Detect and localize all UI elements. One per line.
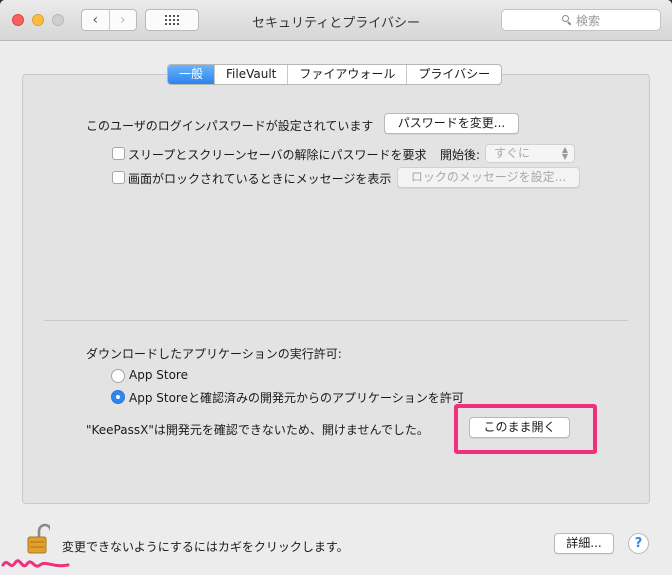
preferences-window: ‹ › セキュリティとプライバシー 検索 一般 FileVault ファイアウォ… (0, 0, 672, 575)
show-lock-message-checkbox[interactable] (112, 171, 125, 184)
blocked-app-message: "KeePassX"は開発元を確認できないため、開けませんでした。 (86, 423, 429, 437)
lock-instruction-text: 変更できないようにするにはカギをクリックします。 (62, 540, 349, 554)
tab-privacy[interactable]: プライバシー (406, 65, 501, 84)
scribble-annotation (1, 559, 70, 568)
radio-app-store-and-identified-label: App Storeと確認済みの開発元からのアプリケーションを許可 (129, 391, 464, 405)
radio-app-store-label: App Store (129, 368, 188, 382)
require-password-checkbox[interactable] (112, 147, 125, 160)
title-bar: ‹ › セキュリティとプライバシー 検索 (0, 0, 672, 41)
require-password-label: スリープとスクリーンセーバの解除にパスワードを要求 (128, 148, 427, 162)
change-password-button[interactable]: パスワードを変更... (384, 113, 519, 134)
tab-firewall[interactable]: ファイアウォール (287, 65, 406, 84)
set-lock-message-button[interactable]: ロックのメッセージを設定... (397, 167, 580, 188)
unlocked-padlock-icon[interactable] (26, 523, 50, 555)
require-password-delay-select[interactable]: すぐに ▲ ▼ (485, 144, 575, 163)
radio-app-store-and-identified[interactable] (111, 390, 125, 404)
search-icon (561, 15, 572, 25)
delay-value: すぐに (494, 146, 531, 160)
tab-bar: 一般 FileVault ファイアウォール プライバシー (167, 64, 503, 85)
highlight-annotation (454, 404, 597, 454)
tab-filevault[interactable]: FileVault (214, 65, 287, 84)
section-divider (44, 320, 628, 321)
tab-general[interactable]: 一般 (168, 65, 215, 84)
search-placeholder: 検索 (575, 13, 600, 28)
radio-app-store[interactable] (111, 369, 125, 383)
login-password-text: このユーザのログインパスワードが設定されています (86, 119, 374, 133)
downloads-heading: ダウンロードしたアプリケーションの実行許可: (86, 347, 342, 361)
after-label: 開始後: (440, 148, 481, 162)
advanced-button[interactable]: 詳細... (554, 533, 614, 554)
help-button[interactable]: ? (628, 533, 649, 554)
stepper-arrows-icon: ▲ ▼ (561, 145, 568, 161)
lock-message-label: 画面がロックされているときにメッセージを表示 (128, 172, 392, 186)
search-field[interactable]: 検索 (501, 9, 661, 31)
